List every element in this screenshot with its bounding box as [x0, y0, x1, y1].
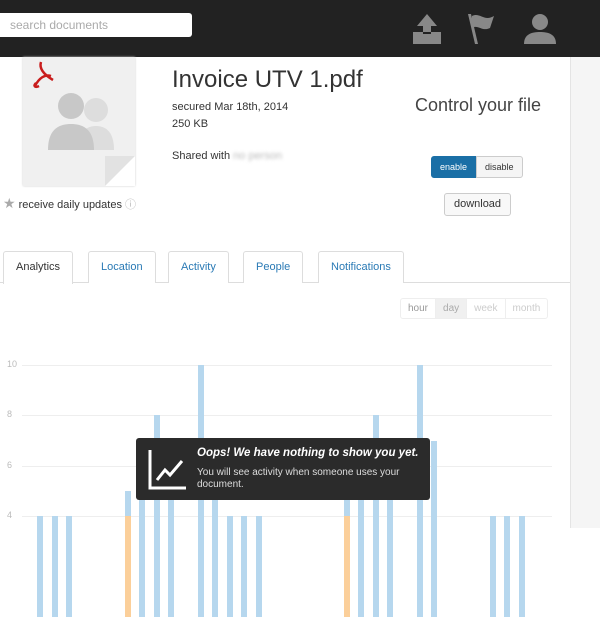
- file-size: 250 KB: [172, 118, 209, 130]
- shared-value: no person: [233, 150, 283, 162]
- file-title: Invoice UTV 1.pdf: [172, 66, 363, 93]
- tab-notifications[interactable]: Notifications: [318, 251, 404, 283]
- shared-with: Shared with no person: [172, 150, 282, 162]
- pdf-icon: [33, 61, 54, 89]
- bar-views: [489, 516, 496, 617]
- upload-icon[interactable]: [409, 12, 445, 46]
- control-title: Control your file: [414, 95, 542, 115]
- bar-views: [256, 516, 262, 617]
- tab-location[interactable]: Location: [88, 251, 156, 283]
- y-tick-label: 8: [7, 409, 13, 420]
- chart-line-icon: [148, 450, 186, 490]
- daily-updates[interactable]: ★ receive daily updates ⓘ: [3, 195, 136, 212]
- top-bar: search documents: [0, 0, 600, 57]
- gridline: [22, 516, 552, 518]
- gridline: [22, 365, 552, 366]
- range-day[interactable]: day: [435, 299, 467, 318]
- bar-views: [66, 516, 73, 617]
- overlay-title: Oops! We have nothing to show you yet.: [197, 447, 419, 459]
- right-gutter: [570, 57, 600, 528]
- flag-icon[interactable]: [464, 12, 500, 46]
- y-tick-label: 6: [7, 459, 13, 470]
- range-month[interactable]: month: [504, 299, 548, 318]
- daily-updates-label: receive daily updates: [18, 199, 122, 211]
- people-icon: [48, 93, 114, 150]
- bar-views: [387, 491, 394, 617]
- download-button[interactable]: download: [444, 193, 511, 216]
- bar-views: [51, 516, 58, 617]
- tab-activity[interactable]: Activity: [168, 251, 229, 283]
- y-tick-label: 10: [7, 359, 18, 369]
- tab-people[interactable]: People: [243, 251, 304, 283]
- bar-other: [124, 516, 131, 617]
- secured-date: secured Mar 18th, 2014: [172, 101, 289, 113]
- bar-views: [139, 491, 146, 617]
- enable-button[interactable]: enable: [431, 156, 477, 178]
- page-fold: [105, 156, 135, 186]
- bar-other: [343, 516, 350, 617]
- shared-label: Shared with: [172, 150, 231, 162]
- tab-analytics[interactable]: Analytics: [3, 251, 74, 284]
- bar-views: [241, 516, 248, 617]
- bar-views: [358, 491, 365, 617]
- document-thumbnail: [23, 57, 135, 186]
- bar-views: [431, 440, 438, 617]
- bar-views: [37, 516, 43, 617]
- star-icon[interactable]: ★: [3, 195, 16, 211]
- bar-views: [518, 516, 525, 617]
- disable-button[interactable]: disable: [476, 156, 523, 178]
- bar-views: [504, 516, 511, 617]
- bar-views: [168, 491, 175, 617]
- info-icon[interactable]: ⓘ: [125, 199, 136, 211]
- bar-views: [226, 516, 233, 617]
- y-tick-label: 4: [7, 510, 13, 521]
- overlay-subtitle: You will see activity when someone uses …: [197, 467, 400, 490]
- range-week[interactable]: week: [466, 299, 504, 318]
- range-selector[interactable]: hour day week month: [400, 298, 549, 319]
- user-icon[interactable]: [522, 12, 558, 46]
- empty-state-overlay: Oops! We have nothing to show you yet. Y…: [136, 438, 430, 500]
- range-hour[interactable]: hour: [401, 299, 435, 318]
- gridline: [22, 415, 552, 417]
- search-input[interactable]: search documents: [0, 13, 192, 37]
- control-toggle[interactable]: enable disable: [431, 156, 523, 178]
